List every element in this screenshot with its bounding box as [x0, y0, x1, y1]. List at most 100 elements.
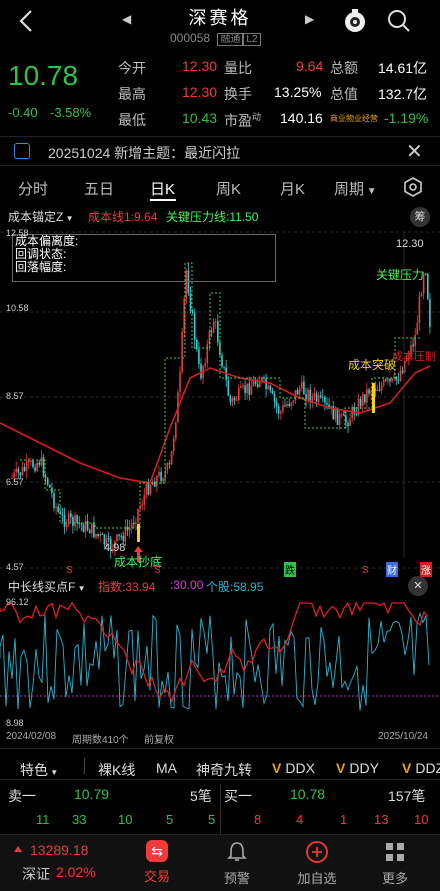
marker-s-2: S [154, 565, 161, 576]
label-high: 最高 [118, 86, 146, 102]
candle-body [292, 400, 295, 403]
tab-weekly[interactable]: 周K [216, 178, 241, 199]
candle-body [418, 296, 421, 323]
sub-close-icon[interactable]: ✕ [408, 576, 428, 596]
candle-body [130, 522, 133, 528]
adjust-mode: 前复权 [144, 735, 174, 746]
bell-alert-icon [227, 842, 247, 861]
nav-add-watch[interactable]: 加自选 [282, 838, 352, 888]
robot-icon[interactable] [342, 8, 368, 34]
next-stock-icon[interactable]: ▶ [305, 12, 314, 26]
news-bar[interactable]: 20251024 新增主题：最近闪拉 ✕ [0, 136, 440, 166]
candle-body [210, 331, 213, 333]
candle-body [82, 524, 85, 533]
candle-body [160, 471, 162, 482]
candle-body [91, 523, 93, 534]
feature-naked-k[interactable]: 裸K线 [98, 760, 135, 780]
buy-queue-3: 1 [340, 812, 348, 827]
search-icon[interactable] [386, 8, 412, 34]
candle-body [231, 397, 234, 403]
sell-one-volume: 5笔 [190, 788, 212, 804]
sub-caret-icon: ▼ [75, 584, 86, 593]
candle-body [359, 398, 362, 406]
candle-body [88, 529, 91, 534]
candle-body [101, 533, 104, 535]
label-sector[interactable]: 商业物业经营 [330, 113, 378, 124]
sub-indicator-selector[interactable]: 中长线买点F ▼ [8, 578, 85, 595]
candle-body [124, 526, 127, 542]
candle-body [74, 515, 76, 527]
candle-body [172, 438, 175, 451]
candle-body [28, 461, 30, 463]
indicator-selector[interactable]: 成本锚定Z ▼ [8, 208, 73, 225]
chip-button[interactable]: 筹 [410, 207, 430, 227]
breakout-signal-bar [372, 383, 375, 413]
cost-line [0, 365, 431, 484]
nav-trade[interactable]: ⇆ 交易 [122, 838, 192, 888]
candle-body [382, 379, 385, 386]
bell-icon [14, 143, 30, 159]
index-ticker[interactable]: 13289.18 深证 2.02% [0, 834, 110, 891]
marker-fall: 跌 [284, 562, 296, 577]
feature-magic-nine[interactable]: 神奇九转 [196, 760, 252, 780]
feature-ma[interactable]: MA [156, 760, 177, 776]
candle-body [368, 389, 370, 394]
value-open: 12.30 [182, 58, 218, 74]
feature-caret-icon: ▼ [48, 768, 59, 777]
index-up-icon [14, 846, 22, 852]
candle-body [240, 385, 242, 388]
max-price-label: 12.30 [396, 238, 424, 250]
candle-body [223, 366, 225, 368]
marker-s-3: S [362, 565, 369, 576]
vip-icon: V [336, 760, 346, 776]
tab-intraday[interactable]: 分时 [18, 178, 48, 199]
candle-body [179, 372, 181, 393]
feature-ddy[interactable]: V DDY [336, 760, 379, 776]
nav-alert[interactable]: 预警 [202, 838, 272, 888]
candle-body [401, 370, 404, 373]
feature-special-label: 特色 [20, 762, 48, 778]
feature-ddx-label: DDX [285, 760, 315, 776]
sub-indicator-chart[interactable] [0, 598, 440, 728]
feature-ddx[interactable]: V DDX [272, 760, 315, 776]
news-text: 20251024 新增主题：最近闪拉 [48, 145, 241, 161]
settings-icon[interactable] [402, 176, 424, 198]
add-circle-icon [306, 841, 328, 863]
candle-body [170, 450, 173, 465]
feature-ddz[interactable]: V DDZ [402, 760, 440, 776]
candle-body [319, 395, 322, 398]
feature-special[interactable]: 特色 ▼ [20, 760, 58, 780]
vip-icon: V [402, 760, 412, 776]
candle-body [389, 379, 391, 382]
nav-add-watch-label: 加自选 [297, 871, 337, 886]
candle-body [286, 404, 288, 407]
tab-monthly[interactable]: 月K [280, 178, 305, 199]
tag-rongtong: 融通 [217, 33, 244, 46]
cost-line-legend: 成本线1:9.64 [88, 208, 157, 225]
tab-5day[interactable]: 五日 [84, 178, 114, 199]
nav-more-label: 更多 [381, 871, 408, 886]
candle-body [53, 493, 55, 508]
buy-queue-5: 10 [414, 812, 429, 827]
tab-daily[interactable]: 日K [150, 178, 175, 199]
value-pe: 140.16 [280, 110, 323, 126]
value-high: 12.30 [182, 84, 218, 100]
code-text: 000058 [170, 31, 211, 45]
candle-body [204, 363, 206, 367]
candle-body [30, 460, 32, 462]
pressure-line-value: 11.50 [229, 210, 259, 224]
candle-body [271, 390, 274, 394]
candle-body [242, 385, 244, 387]
tab-period[interactable]: 周期 ▼ [334, 178, 377, 199]
candle-body [143, 494, 146, 505]
close-icon[interactable]: ✕ [406, 139, 423, 164]
y-tick-3: 8.57 [6, 391, 24, 401]
sub-stock-value: 58.95 [233, 580, 264, 594]
candle-body [93, 523, 95, 538]
marker-rise: 涨 [420, 562, 432, 577]
sell-queue-4: 5 [166, 812, 174, 827]
feature-ddy-label: DDY [349, 760, 379, 776]
nav-more[interactable]: 更多 [360, 838, 430, 888]
sell-one-price: 10.79 [74, 786, 110, 802]
candle-body [49, 484, 51, 488]
